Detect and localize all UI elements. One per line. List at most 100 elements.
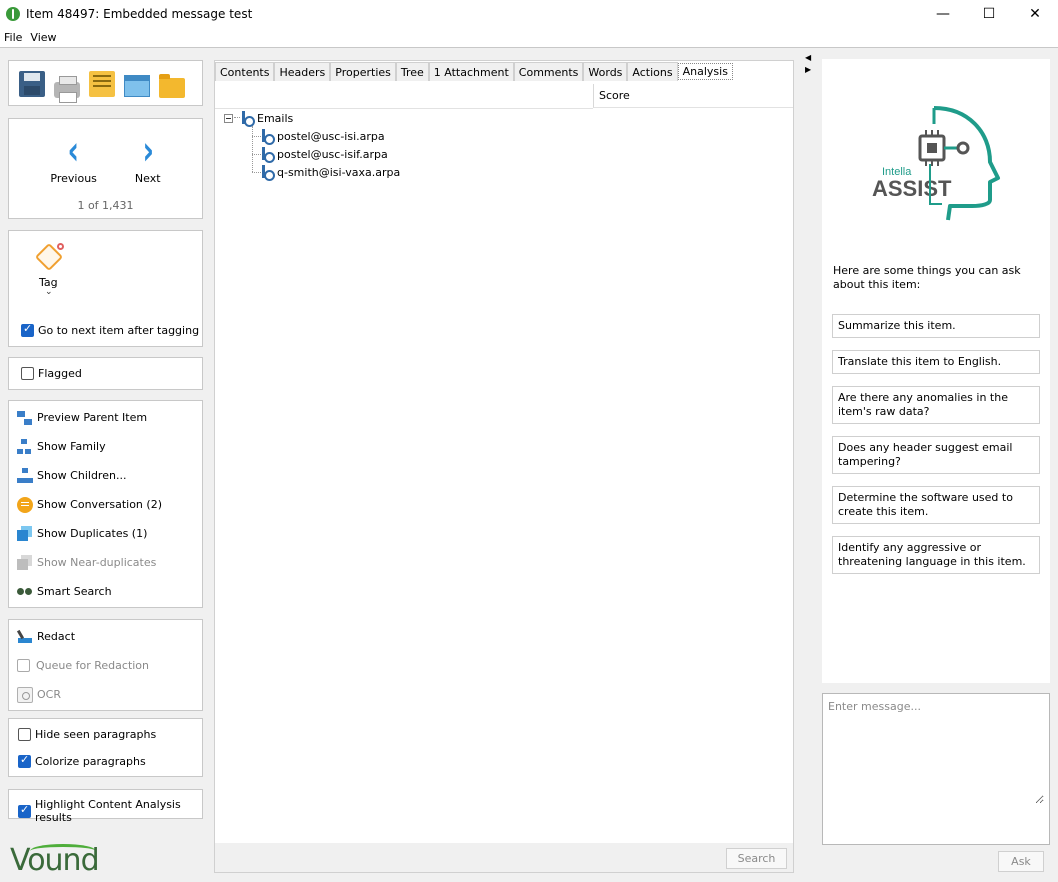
- print-icon[interactable]: [54, 76, 80, 103]
- suggestion-tampering[interactable]: Does any header suggest email tampering?: [832, 436, 1040, 474]
- toolbar-box: [8, 60, 203, 106]
- ocr-button: OCR: [9, 680, 202, 709]
- tree-item-label: postel@usc-isif.arpa: [277, 147, 388, 161]
- suggestion-anomalies[interactable]: Are there any anomalies in the item's ra…: [832, 386, 1040, 424]
- show-duplicates-label: Show Duplicates (1): [37, 527, 148, 540]
- highlight-label: Highlight Content Analysis results: [35, 798, 181, 824]
- smart-search[interactable]: Smart Search: [9, 577, 202, 606]
- flagged-option[interactable]: Flagged: [21, 367, 82, 380]
- panel-toggle[interactable]: ◀ ▶: [805, 52, 811, 76]
- next-button[interactable]: › Next: [135, 131, 161, 185]
- score-column-header[interactable]: Score: [593, 84, 793, 108]
- tab-headers[interactable]: Headers: [274, 62, 331, 81]
- note-icon[interactable]: [89, 71, 115, 97]
- next-after-tagging-label: Go to next item after tagging: [38, 324, 200, 337]
- tree-item-label: postel@usc-isi.arpa: [277, 129, 385, 143]
- ask-button: Ask: [998, 851, 1044, 872]
- email-icon: [262, 129, 275, 145]
- show-children[interactable]: Show Children...: [9, 461, 202, 490]
- suggestion-translate[interactable]: Translate this item to English.: [832, 350, 1040, 374]
- hide-seen-checkbox[interactable]: [18, 728, 31, 741]
- children-icon: [17, 467, 33, 484]
- actions-box: Preview Parent Item Show Family Show Chi…: [8, 400, 203, 608]
- queue-for-redaction: Queue for Redaction: [9, 651, 202, 680]
- show-duplicates[interactable]: Show Duplicates (1): [9, 519, 202, 548]
- suggestion-summarize[interactable]: Summarize this item.: [832, 314, 1040, 338]
- assist-intro: Here are some things you can ask about t…: [833, 264, 1021, 291]
- tab-attachment[interactable]: 1 Attachment: [428, 62, 514, 81]
- window-title: Item 48497: Embedded message test: [26, 7, 253, 21]
- highlight-box: Highlight Content Analysis results: [8, 789, 203, 824]
- highlight-option[interactable]: Highlight Content Analysis results: [18, 798, 202, 824]
- message-box[interactable]: [822, 693, 1050, 845]
- previous-button[interactable]: ‹ Previous: [50, 131, 97, 185]
- suggestion-software[interactable]: Determine the software used to create th…: [832, 486, 1040, 524]
- title-bar: Item 48497: Embedded message test — ☐ ✕: [0, 0, 1058, 28]
- analysis-panel: [214, 60, 794, 873]
- tree-connector: [252, 172, 261, 173]
- suggestion-threatening[interactable]: Identify any aggressive or threatening l…: [832, 536, 1040, 574]
- preview-parent-item-label: Preview Parent Item: [37, 411, 148, 424]
- show-children-label: Show Children...: [37, 469, 127, 482]
- tree-item[interactable]: postel@usc-isi.arpa: [262, 129, 385, 145]
- conversation-icon: [17, 496, 33, 513]
- search-bar: [215, 843, 793, 872]
- tab-tree[interactable]: Tree: [395, 62, 429, 81]
- show-conversation[interactable]: Show Conversation (2): [9, 490, 202, 519]
- binoculars-icon: [17, 584, 33, 600]
- redact-button[interactable]: Redact: [9, 622, 202, 651]
- show-family[interactable]: Show Family: [9, 432, 202, 461]
- colorize-checkbox[interactable]: [18, 753, 31, 768]
- tab-actions[interactable]: Actions: [627, 62, 678, 81]
- vound-logo: Vound: [10, 843, 100, 878]
- tab-words[interactable]: Words: [583, 62, 628, 81]
- queue-redaction-checkbox: [17, 659, 30, 672]
- ocr-label: OCR: [37, 688, 61, 701]
- intella-assist-logo: Intella ASSIST: [872, 106, 1000, 221]
- minimize-button[interactable]: —: [920, 0, 966, 28]
- chevron-right-icon: ›: [141, 128, 154, 174]
- menu-file[interactable]: File: [0, 31, 26, 44]
- tab-contents[interactable]: Contents: [215, 62, 275, 81]
- message-input[interactable]: [828, 700, 1044, 804]
- highlight-checkbox[interactable]: [18, 803, 31, 818]
- menu-bar: File View: [0, 28, 1058, 48]
- save-icon[interactable]: [19, 71, 45, 97]
- redaction-box: Redact Queue for Redaction OCR: [8, 619, 203, 711]
- redact-label: Redact: [37, 630, 76, 643]
- navigation-box: ‹ Previous › Next 1 of 1,431: [8, 118, 203, 219]
- email-icon: [262, 147, 275, 163]
- tree-connector: [252, 136, 261, 137]
- email-icon: [242, 111, 255, 127]
- tree-root-emails[interactable]: Emails: [224, 111, 293, 127]
- chevron-down-icon[interactable]: ⌄: [45, 288, 53, 297]
- tree-header-divider: [215, 108, 593, 109]
- assist-logo-big-text: ASSIST: [872, 176, 952, 201]
- preview-parent-item[interactable]: Preview Parent Item: [9, 403, 202, 432]
- close-button[interactable]: ✕: [1012, 0, 1058, 28]
- tab-comments[interactable]: Comments: [513, 62, 584, 81]
- tree-item[interactable]: q-smith@isi-vaxa.arpa: [262, 165, 400, 181]
- family-icon: [17, 438, 33, 455]
- item-counter: 1 of 1,431: [77, 199, 134, 212]
- tab-analysis[interactable]: Analysis: [677, 63, 733, 80]
- next-after-tagging-option[interactable]: Go to next item after tagging: [21, 322, 200, 337]
- tab-properties[interactable]: Properties: [330, 62, 396, 81]
- hide-seen-option[interactable]: Hide seen paragraphs: [18, 728, 156, 741]
- maximize-button[interactable]: ☐: [966, 0, 1012, 28]
- collapse-left-icon[interactable]: ◀: [805, 52, 811, 64]
- flagged-checkbox[interactable]: [21, 367, 34, 380]
- flagged-label: Flagged: [38, 367, 82, 380]
- show-conversation-label: Show Conversation (2): [37, 498, 162, 511]
- tree-item[interactable]: postel@usc-isif.arpa: [262, 147, 388, 163]
- colorize-option[interactable]: Colorize paragraphs: [18, 753, 146, 768]
- folder-icon[interactable]: [159, 74, 185, 98]
- colorize-label: Colorize paragraphs: [35, 755, 146, 768]
- collapse-right-icon[interactable]: ▶: [805, 64, 811, 76]
- collapse-icon[interactable]: [224, 113, 233, 123]
- next-after-tagging-checkbox[interactable]: [21, 322, 34, 337]
- window-icon[interactable]: [124, 75, 150, 97]
- tree-connector: [252, 126, 253, 172]
- tag-icon[interactable]: [34, 241, 65, 272]
- menu-view[interactable]: View: [26, 31, 60, 44]
